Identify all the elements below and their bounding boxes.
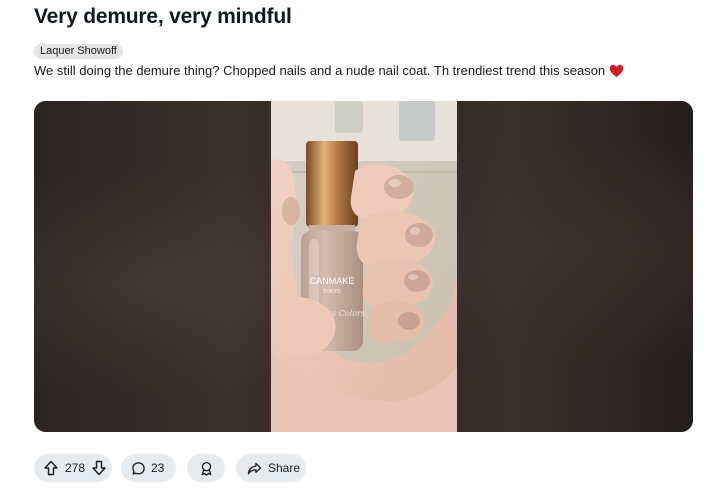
award-icon <box>201 461 211 476</box>
share-icon <box>247 462 262 474</box>
upvote-count: 278 <box>65 461 86 475</box>
downvote-icon[interactable] <box>91 460 107 476</box>
comment-icon <box>132 461 145 475</box>
award-button[interactable] <box>187 454 225 482</box>
heart-icon <box>609 64 624 81</box>
post-title[interactable]: Very demure, very mindful <box>34 5 292 29</box>
comments-button[interactable]: 23 <box>121 454 176 482</box>
bottle-sub-text: TOKYO <box>323 289 341 295</box>
post-body: We still doing the demure thing? Chopped… <box>34 63 624 81</box>
bottle-brand-text: CANMAKE <box>310 276 355 286</box>
share-label: Share <box>268 461 301 475</box>
upvote-icon[interactable] <box>43 460 59 476</box>
vote-control: 278 <box>34 454 112 482</box>
post-image[interactable]: CANMAKE TOKYO Fiberless Colors <box>271 101 457 432</box>
share-button[interactable]: Share <box>236 454 306 482</box>
post-body-text: We still doing the demure thing? Chopped… <box>34 63 606 78</box>
post-media[interactable]: CANMAKE TOKYO Fiberless Colors <box>34 101 693 432</box>
post-flair[interactable]: Laquer Showoff <box>34 44 123 59</box>
comment-count: 23 <box>151 461 165 475</box>
